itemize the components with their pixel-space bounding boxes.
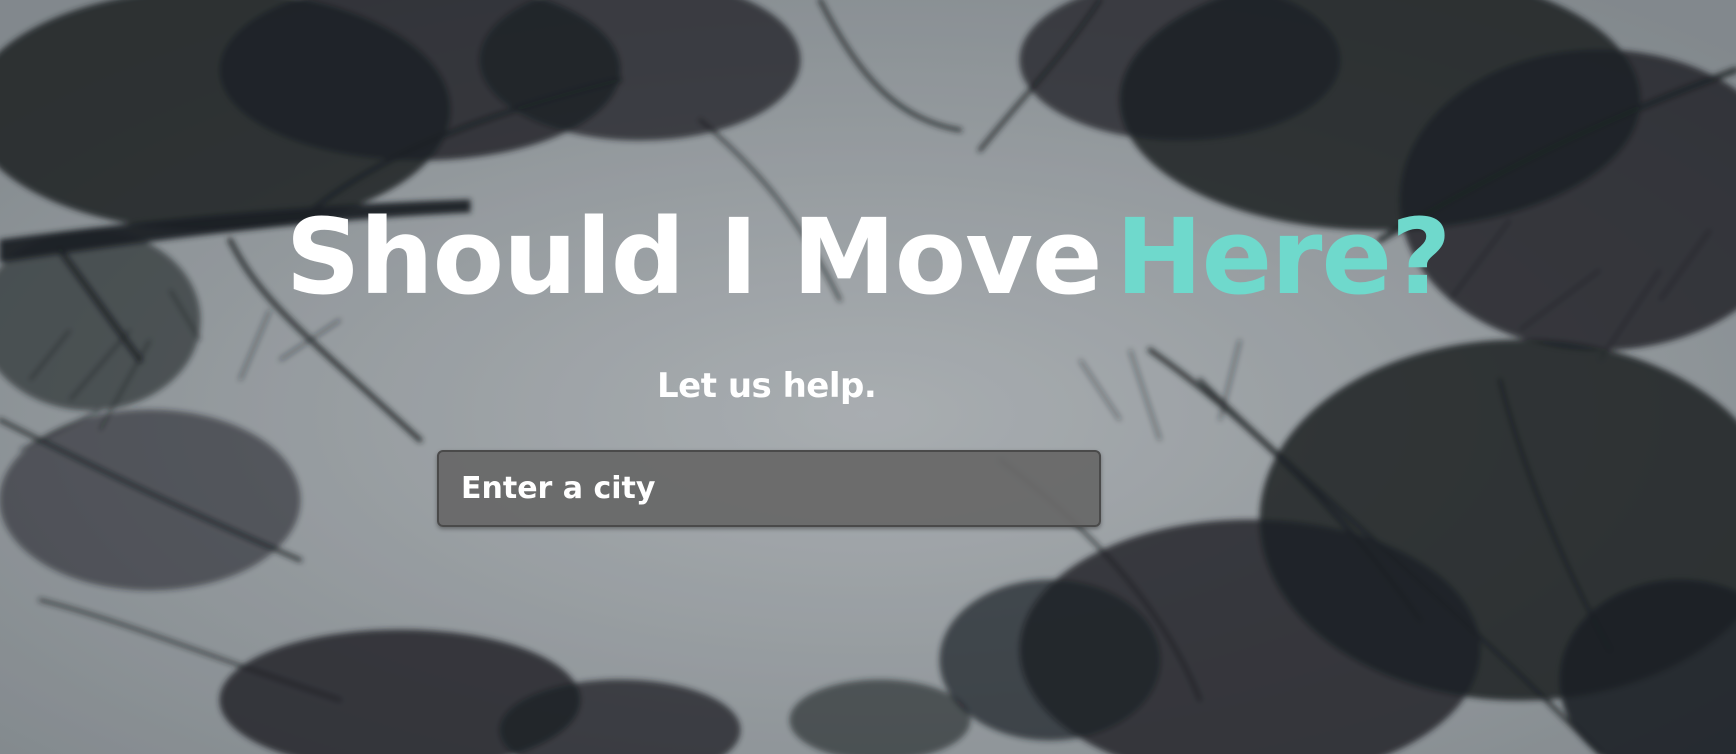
hero-section: Should I Move Here? Let us help. [0,0,1736,754]
page-subtitle: Let us help. [657,366,877,406]
hero-content: Should I Move Here? Let us help. [0,0,1736,754]
title-accent-text: Here? [1115,196,1452,318]
title-main-text: Should I Move [285,196,1103,318]
city-search-input[interactable] [439,452,1099,525]
city-search-box[interactable] [437,450,1101,527]
page-title: Should I Move Here? [0,205,1736,309]
